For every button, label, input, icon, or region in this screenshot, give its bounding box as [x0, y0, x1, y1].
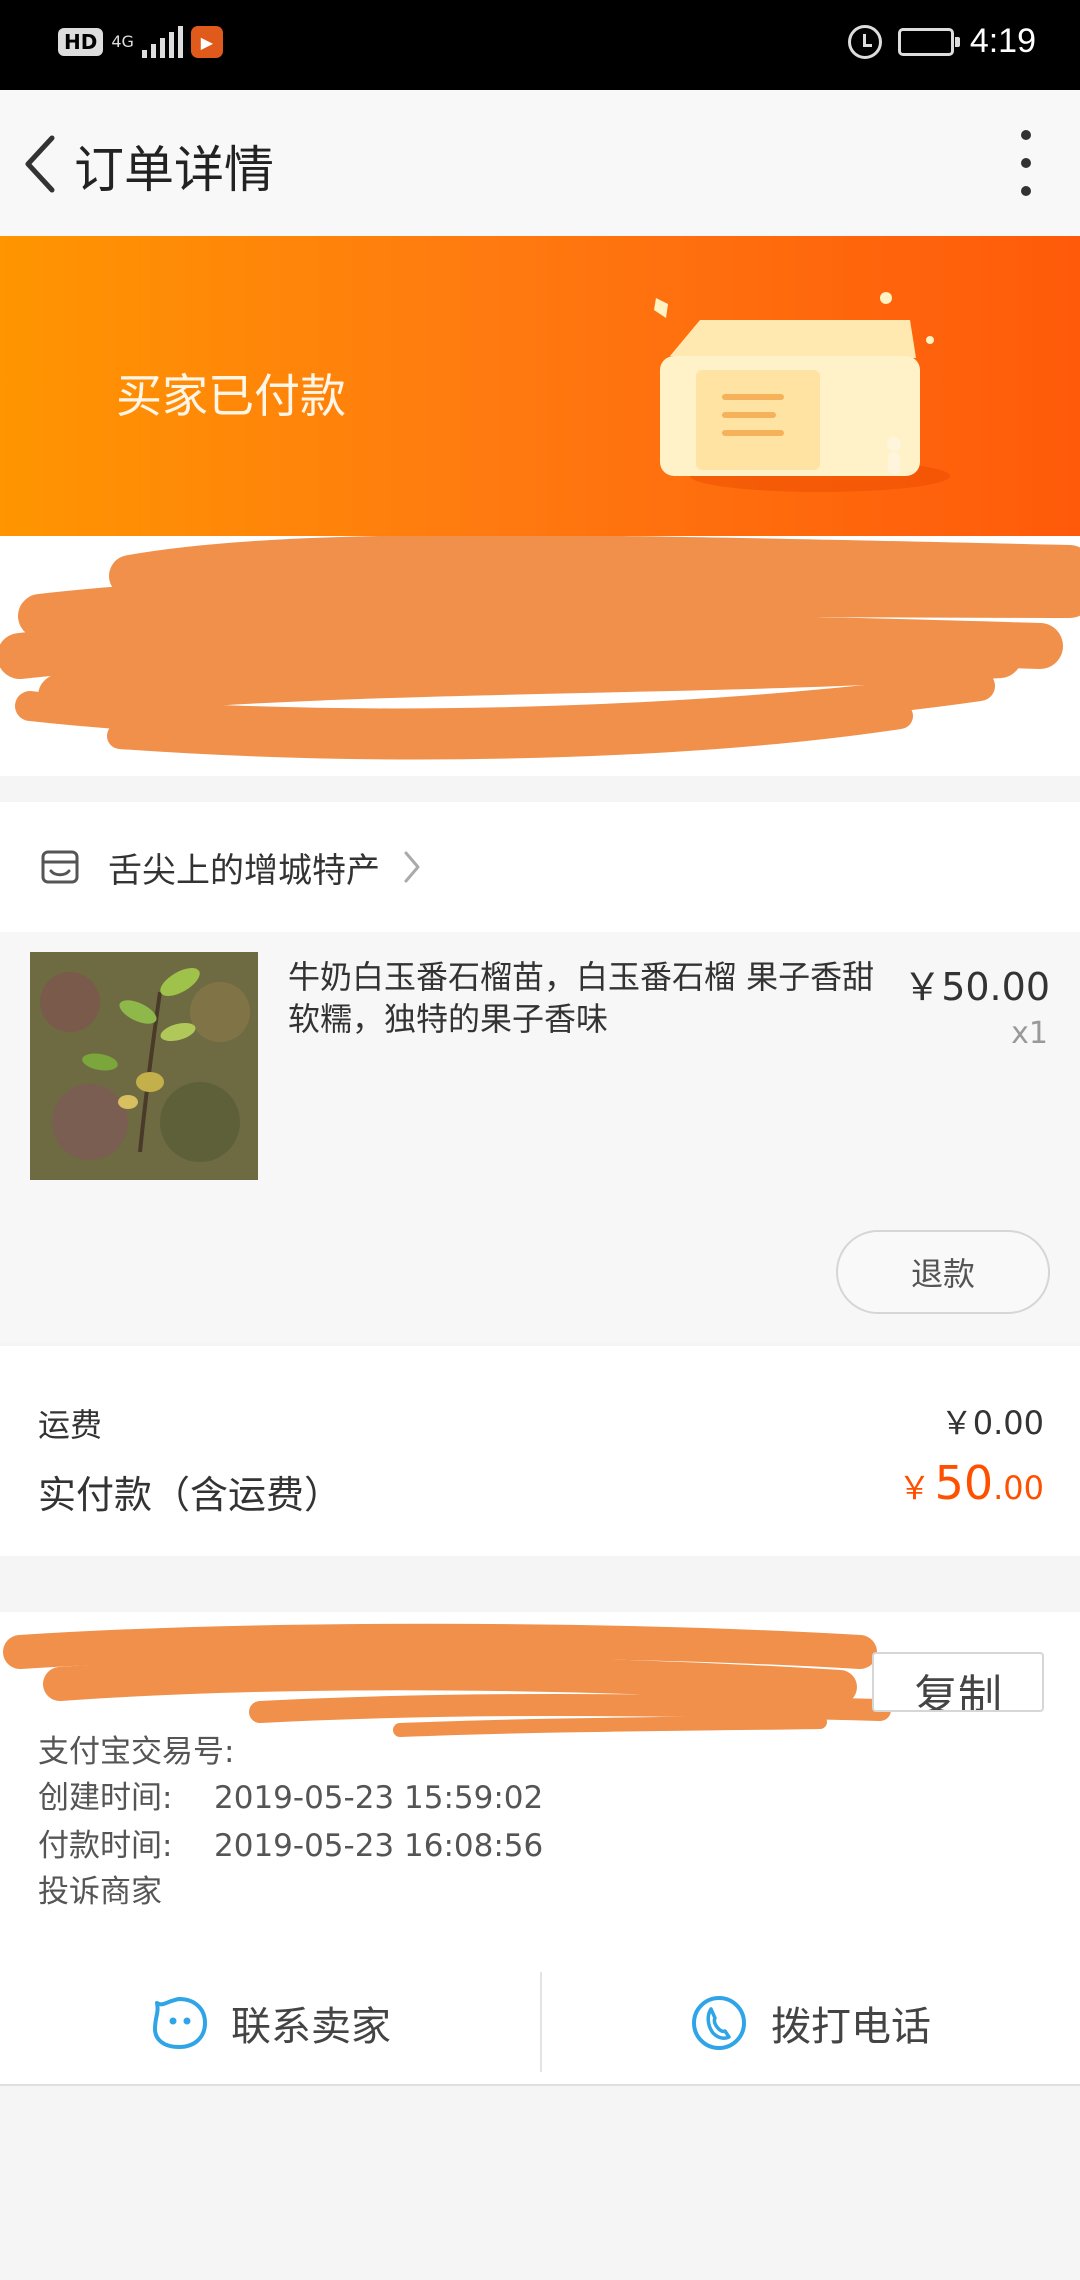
amount-paid-decimal: .00: [993, 1469, 1044, 1507]
network-type: 4G: [111, 32, 134, 51]
hd-badge: HD: [58, 28, 104, 56]
call-phone-button[interactable]: 拨打电话: [540, 1960, 1080, 2086]
order-status-banner: 买家已付款: [0, 236, 1080, 536]
copy-button[interactable]: 复制: [872, 1652, 1044, 1712]
refund-button[interactable]: 退款: [836, 1230, 1050, 1314]
shop-product-card: 舌尖上的增城特产 牛奶白玉番石榴苗，白玉番石榴 果子香甜软糯，独特的果子香味 ￥…: [0, 802, 1080, 1342]
app-notification-icon: ▶: [190, 26, 223, 58]
signal-icon: [141, 26, 183, 58]
contact-seller-button[interactable]: 联系卖家: [0, 1960, 540, 2086]
amount-paid-label: 实付款（含运费）: [38, 1473, 343, 1517]
action-bar: 联系卖家 拨打电话: [0, 1960, 1080, 2086]
shipping-address-card[interactable]: [0, 536, 1080, 776]
shipping-fee-value: ￥0.00: [940, 1404, 1044, 1442]
contact-seller-label: 联系卖家: [231, 2004, 391, 2050]
status-left: HD 4G ▶: [58, 26, 223, 58]
amount-paid-integer: 50: [934, 1456, 994, 1510]
more-options-icon[interactable]: [1006, 130, 1046, 196]
order-status-text: 买家已付款: [116, 369, 346, 423]
alarm-icon: [847, 24, 882, 59]
back-arrow-icon[interactable]: [10, 126, 70, 202]
status-right: 4:19: [847, 22, 1036, 61]
page-title: 订单详情: [74, 141, 274, 199]
nav-bar: 订单详情: [0, 90, 1080, 236]
amount-paid-value: ￥ 50 .00: [899, 1456, 1044, 1510]
product-price: ￥50.00: [903, 965, 1050, 1009]
payment-time: 付款时间: 2019-05-23 16:08:56: [38, 1820, 543, 1865]
chat-bubble-icon: [153, 1997, 207, 2049]
product-row[interactable]: 牛奶白玉番石榴苗，白玉番石榴 果子香甜软糯，独特的果子香味 ￥50.00 x1 …: [0, 932, 1080, 1342]
payment-summary-card: 运费 ￥0.00 实付款（含运费） ￥ 50 .00: [0, 1346, 1080, 1556]
payment-time-label: 付款时间:: [38, 1828, 173, 1864]
product-quantity: x1: [1011, 1016, 1048, 1051]
phone-icon: [692, 1996, 746, 2050]
clock: 4:19: [969, 22, 1036, 60]
created-time-label: 创建时间:: [38, 1780, 173, 1816]
shop-row[interactable]: 舌尖上的增城特产: [0, 802, 1080, 932]
status-bar: HD 4G ▶ 4:19: [0, 0, 1080, 90]
call-phone-label: 拨打电话: [771, 2004, 931, 2050]
shop-name: 舌尖上的增城特产: [108, 850, 380, 891]
created-time-value: 2019-05-23 15:59:02: [214, 1780, 544, 1816]
payment-time-value: 2019-05-23 16:08:56: [214, 1828, 544, 1864]
order-number-redaction: [3, 1623, 891, 1737]
battery-icon: [897, 27, 960, 56]
package-box-illustration: [654, 292, 950, 492]
chevron-right-icon: [402, 847, 426, 887]
bottom-divider: [0, 2084, 1080, 2086]
complain-merchant-link[interactable]: 投诉商家: [38, 1866, 162, 1911]
store-icon: [38, 847, 82, 887]
address-redaction: [0, 536, 1080, 760]
product-title[interactable]: 牛奶白玉番石榴苗，白玉番石榴 果子香甜软糯，独特的果子香味: [288, 956, 888, 1040]
action-divider: [540, 1972, 542, 2072]
amount-paid-currency: ￥: [898, 1469, 931, 1507]
shipping-fee-label: 运费: [38, 1406, 103, 1444]
created-time: 创建时间: 2019-05-23 15:59:02: [38, 1772, 543, 1817]
product-image[interactable]: [30, 952, 258, 1180]
